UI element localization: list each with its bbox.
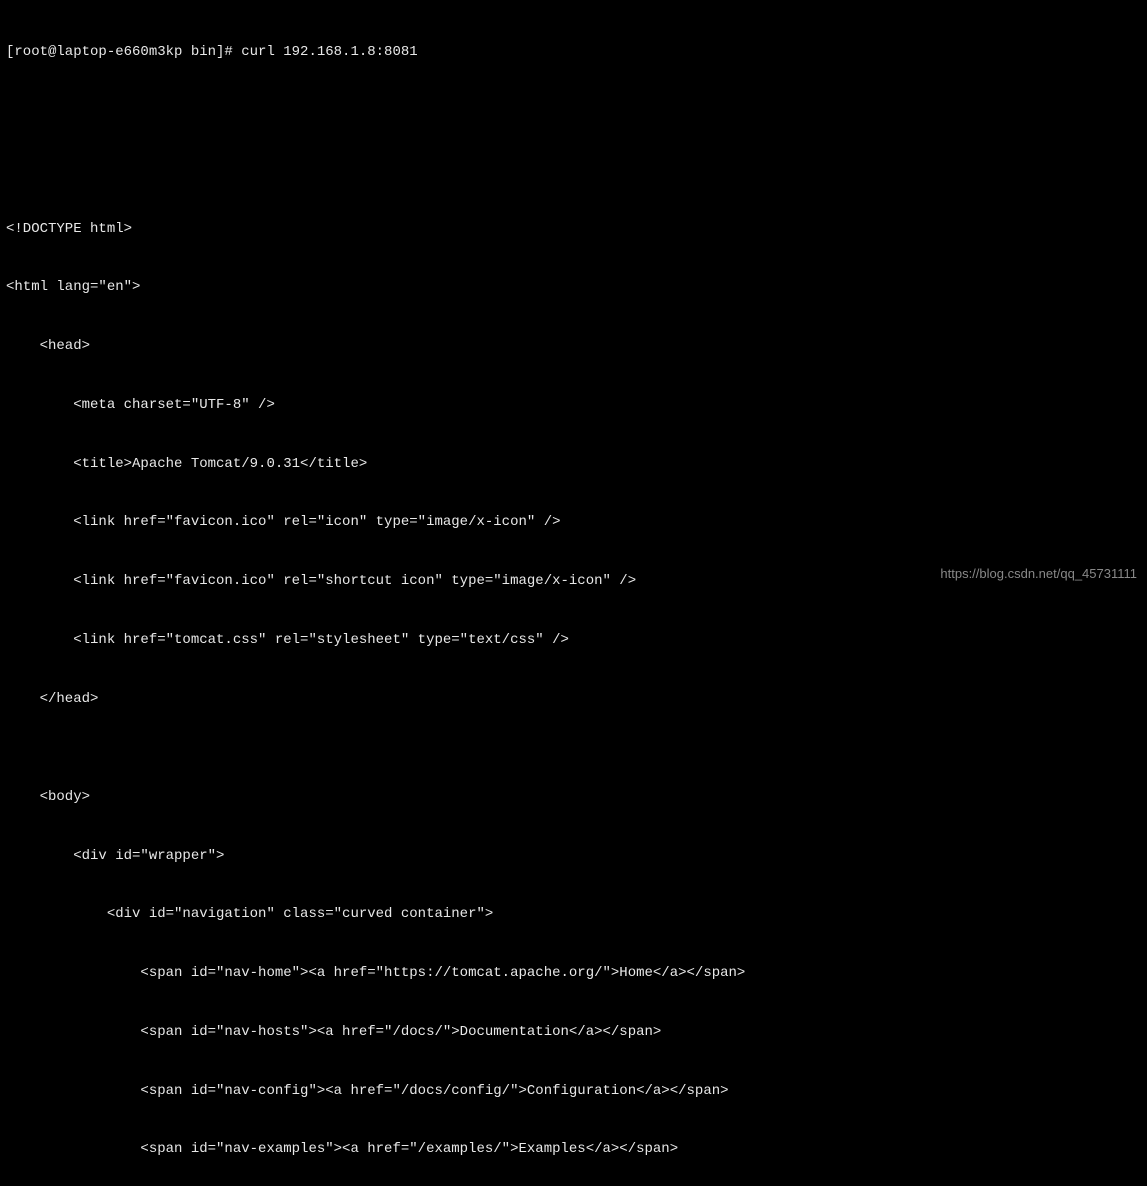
output-line: </head> [6, 690, 1141, 710]
output-line: <span id="nav-examples"><a href="/exampl… [6, 1140, 1141, 1160]
output-line: <span id="nav-hosts"><a href="/docs/">Do… [6, 1023, 1141, 1043]
output-line: <meta charset="UTF-8" /> [6, 396, 1141, 416]
terminal-output: [root@laptop-e660m3kp bin]# curl 192.168… [6, 4, 1141, 1186]
output-line: <link href="favicon.ico" rel="icon" type… [6, 513, 1141, 533]
output-line: <span id="nav-config"><a href="/docs/con… [6, 1082, 1141, 1102]
output-line: <title>Apache Tomcat/9.0.31</title> [6, 455, 1141, 475]
output-line: <head> [6, 337, 1141, 357]
output-line: <span id="nav-home"><a href="https://tom… [6, 964, 1141, 984]
output-line: <div id="navigation" class="curved conta… [6, 905, 1141, 925]
output-line: <body> [6, 788, 1141, 808]
output-line: <html lang="en"> [6, 278, 1141, 298]
output-line: <div id="wrapper"> [6, 847, 1141, 867]
output-line: <link href="tomcat.css" rel="stylesheet"… [6, 631, 1141, 651]
output-line: <!DOCTYPE html> [6, 220, 1141, 240]
prompt-line: [root@laptop-e660m3kp bin]# curl 192.168… [6, 43, 1141, 63]
watermark-text: https://blog.csdn.net/qq_45731111 [940, 565, 1137, 583]
